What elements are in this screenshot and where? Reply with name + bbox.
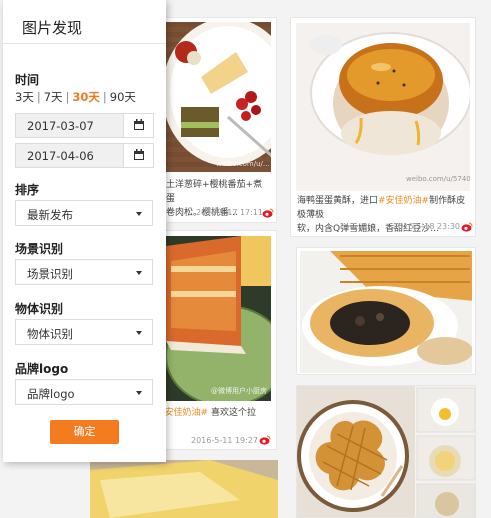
food-photo-6[interactable] [90, 460, 278, 518]
food-photo-3[interactable]: @微博用户小厨房 [156, 236, 271, 401]
feed-card-4[interactable] [296, 247, 476, 375]
range-option-90d[interactable]: 90天 [110, 90, 136, 104]
waffle-image [297, 386, 475, 517]
weibo-icon[interactable] [259, 435, 271, 445]
scene-label: 场景识别 [15, 242, 64, 256]
scene-select[interactable]: 场景识别 [15, 259, 153, 285]
chevron-down-icon [136, 212, 142, 216]
calendar-icon[interactable] [124, 113, 154, 138]
range-option-3d[interactable]: 3天 [15, 90, 34, 104]
sort-select[interactable]: 最新发布 [15, 200, 153, 226]
time-range-options: 3天 | 7天 | 30天 | 90天 [15, 90, 136, 104]
end-date-field[interactable]: 2017-04-06 [15, 143, 124, 168]
filter-panel: 图片发现 时间 3天 | 7天 | 30天 | 90天 2017-03-07 2017-04… [3, 0, 166, 462]
card-3-date: 2016-5-11 19:27 [191, 436, 258, 445]
range-option-30d[interactable]: 30天 [72, 90, 100, 104]
cake-image [156, 236, 271, 401]
calendar-icon[interactable] [124, 143, 154, 168]
feed-card-5[interactable] [296, 385, 476, 518]
feed-card-2[interactable]: weibo.com/u/5740… 海鸭蛋蛋黄酥，进口#安佳奶油#制作酥皮极薄极… [290, 17, 476, 237]
food-photo-5[interactable] [297, 386, 475, 517]
scene-select-value: 场景识别 [27, 267, 73, 281]
chevron-down-icon [136, 331, 142, 335]
hashtag-link[interactable]: #安佳奶油# [378, 196, 429, 206]
food-photo-2[interactable]: weibo.com/u/5740… [296, 23, 470, 191]
confirm-button[interactable]: 确定 [50, 420, 119, 444]
card-1-date: 2016-5-17 17:11 [196, 208, 263, 217]
panel-title: 图片发现 [3, 0, 166, 44]
food-photo-1[interactable]: weibo.com/u/… [156, 22, 271, 172]
watermark-3: @微博用户小厨房 [211, 387, 267, 395]
card-3-caption: #安佳奶油# 喜欢这个拉 [157, 408, 256, 418]
bread-image [300, 251, 472, 373]
sort-label: 排序 [15, 183, 40, 197]
brand-label: 品牌logo [15, 362, 69, 376]
chevron-down-icon [136, 271, 142, 275]
weibo-icon[interactable] [461, 222, 473, 232]
start-date-field[interactable]: 2017-03-07 [15, 113, 124, 138]
object-label: 物体识别 [15, 302, 64, 316]
object-select-value: 物体识别 [27, 327, 73, 341]
pastry-image [296, 23, 470, 191]
card-2-date: 2016-5-18 23:30 [393, 222, 460, 231]
feed-card-3[interactable]: @微博用户小厨房 #安佳奶油# 喜欢这个拉 2016-5-11 19:27 [150, 230, 277, 450]
weibo-icon[interactable] [262, 208, 274, 218]
feed-card-1[interactable]: weibo.com/u/… …土洋葱碎+樱桃番茄+煮鸡蛋 …卷肉松。樱桃番… 2… [150, 17, 277, 223]
chevron-down-icon [136, 391, 142, 395]
object-select[interactable]: 物体识别 [15, 319, 153, 345]
plate-image [156, 22, 271, 172]
feed-card-6[interactable] [90, 460, 278, 518]
sort-select-value: 最新发布 [27, 208, 73, 222]
food-photo-4[interactable] [300, 251, 472, 373]
brand-select-value: 品牌logo [27, 387, 75, 401]
watermark-1: weibo.com/u/… [216, 160, 270, 168]
range-option-7d[interactable]: 7天 [44, 90, 63, 104]
time-label: 时间 [15, 73, 40, 87]
brand-select[interactable]: 品牌logo [15, 379, 153, 405]
watermark-2: weibo.com/u/5740… [406, 175, 470, 183]
